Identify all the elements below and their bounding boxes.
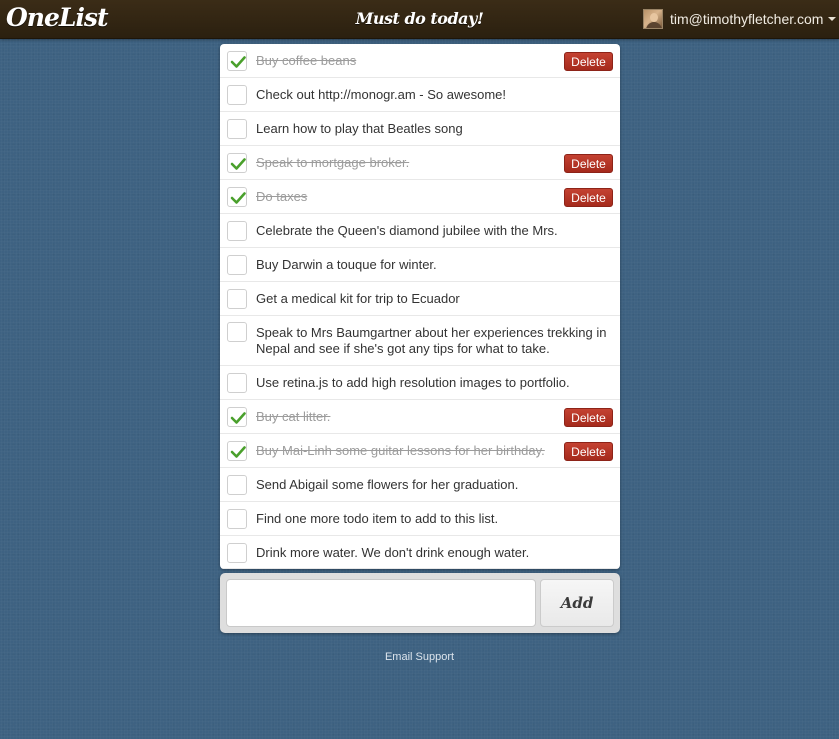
checkmark-icon bbox=[230, 56, 246, 68]
add-button[interactable]: Add bbox=[540, 579, 614, 627]
todo-item: Speak to Mrs Baumgartner about her exper… bbox=[220, 316, 620, 366]
todo-checkbox[interactable] bbox=[227, 221, 247, 241]
todo-checkbox[interactable] bbox=[227, 255, 247, 275]
delete-button[interactable]: Delete bbox=[564, 442, 613, 461]
todo-text[interactable]: Buy Darwin a touque for winter. bbox=[256, 257, 616, 273]
delete-button[interactable]: Delete bbox=[564, 408, 613, 427]
todo-text[interactable]: Speak to mortgage broker. bbox=[256, 155, 556, 171]
todo-item: Get a medical kit for trip to EcuadorDel… bbox=[220, 282, 620, 316]
todo-item: Buy coffee beans Delete bbox=[220, 44, 620, 78]
todo-text[interactable]: Send Abigail some flowers for her gradua… bbox=[256, 477, 616, 493]
delete-button[interactable]: Delete bbox=[564, 154, 613, 173]
todo-item: Send Abigail some flowers for her gradua… bbox=[220, 468, 620, 502]
email-support-link[interactable]: Email Support bbox=[0, 651, 839, 663]
todo-checkbox[interactable] bbox=[227, 289, 247, 309]
todo-text[interactable]: Drink more water. We don't drink enough … bbox=[256, 545, 616, 561]
todo-list: Buy coffee beans Delete Check out http://m… bbox=[220, 44, 620, 569]
todo-text[interactable]: Use retina.js to add high resolution ima… bbox=[256, 375, 616, 391]
todo-item: Drink more water. We don't drink enough … bbox=[220, 536, 620, 569]
todo-item: Buy Darwin a touque for winter.Delete bbox=[220, 248, 620, 282]
todo-checkbox[interactable] bbox=[227, 119, 247, 139]
todo-item: Celebrate the Queen's diamond jubilee wi… bbox=[220, 214, 620, 248]
todo-item: Buy cat litter. Delete bbox=[220, 400, 620, 434]
todo-item: Use retina.js to add high resolution ima… bbox=[220, 366, 620, 400]
todo-text[interactable]: Buy cat litter. bbox=[256, 409, 556, 425]
todo-item: Do taxes Delete bbox=[220, 180, 620, 214]
todo-text[interactable]: Get a medical kit for trip to Ecuador bbox=[256, 291, 616, 307]
todo-text[interactable]: Learn how to play that Beatles song bbox=[256, 121, 616, 137]
top-bar: OneList Must do today! tim@timothyfletch… bbox=[0, 0, 839, 39]
todo-text[interactable]: Find one more todo item to add to this l… bbox=[256, 511, 616, 527]
todo-item: Find one more todo item to add to this l… bbox=[220, 502, 620, 536]
add-todo-form: Add bbox=[220, 573, 620, 633]
todo-checkbox[interactable] bbox=[227, 441, 247, 461]
avatar bbox=[643, 9, 663, 29]
todo-checkbox[interactable] bbox=[227, 187, 247, 207]
checkmark-icon bbox=[230, 446, 246, 458]
todo-item: Learn how to play that Beatles songDelet… bbox=[220, 112, 620, 146]
todo-text[interactable]: Celebrate the Queen's diamond jubilee wi… bbox=[256, 223, 616, 239]
todo-checkbox[interactable] bbox=[227, 51, 247, 71]
todo-text[interactable]: Buy coffee beans bbox=[256, 53, 556, 69]
todo-checkbox[interactable] bbox=[227, 153, 247, 173]
todo-text[interactable]: Speak to Mrs Baumgartner about her exper… bbox=[256, 325, 616, 357]
checkmark-icon bbox=[230, 412, 246, 424]
checkmark-icon bbox=[230, 158, 246, 170]
todo-text[interactable]: Buy Mai-Linh some guitar lessons for her… bbox=[256, 443, 556, 459]
todo-checkbox[interactable] bbox=[227, 407, 247, 427]
todo-checkbox[interactable] bbox=[227, 85, 247, 105]
user-email: tim@timothyfletcher.com bbox=[670, 11, 824, 27]
todo-checkbox[interactable] bbox=[227, 509, 247, 529]
user-menu[interactable]: tim@timothyfletcher.com bbox=[640, 0, 839, 38]
delete-button[interactable]: Delete bbox=[564, 188, 613, 207]
checkmark-icon bbox=[230, 192, 246, 204]
todo-item: Check out http://monogr.am - So awesome!… bbox=[220, 78, 620, 112]
todo-checkbox[interactable] bbox=[227, 373, 247, 393]
todo-checkbox[interactable] bbox=[227, 475, 247, 495]
todo-text[interactable]: Do taxes bbox=[256, 189, 556, 205]
todo-text[interactable]: Check out http://monogr.am - So awesome! bbox=[256, 87, 616, 103]
caret-down-icon bbox=[828, 17, 837, 21]
delete-button[interactable]: Delete bbox=[564, 52, 613, 71]
new-todo-input[interactable] bbox=[226, 579, 536, 627]
todo-checkbox[interactable] bbox=[227, 543, 247, 563]
todo-item: Buy Mai-Linh some guitar lessons for her… bbox=[220, 434, 620, 468]
todo-item: Speak to mortgage broker. Delete bbox=[220, 146, 620, 180]
todo-checkbox[interactable] bbox=[227, 322, 247, 342]
